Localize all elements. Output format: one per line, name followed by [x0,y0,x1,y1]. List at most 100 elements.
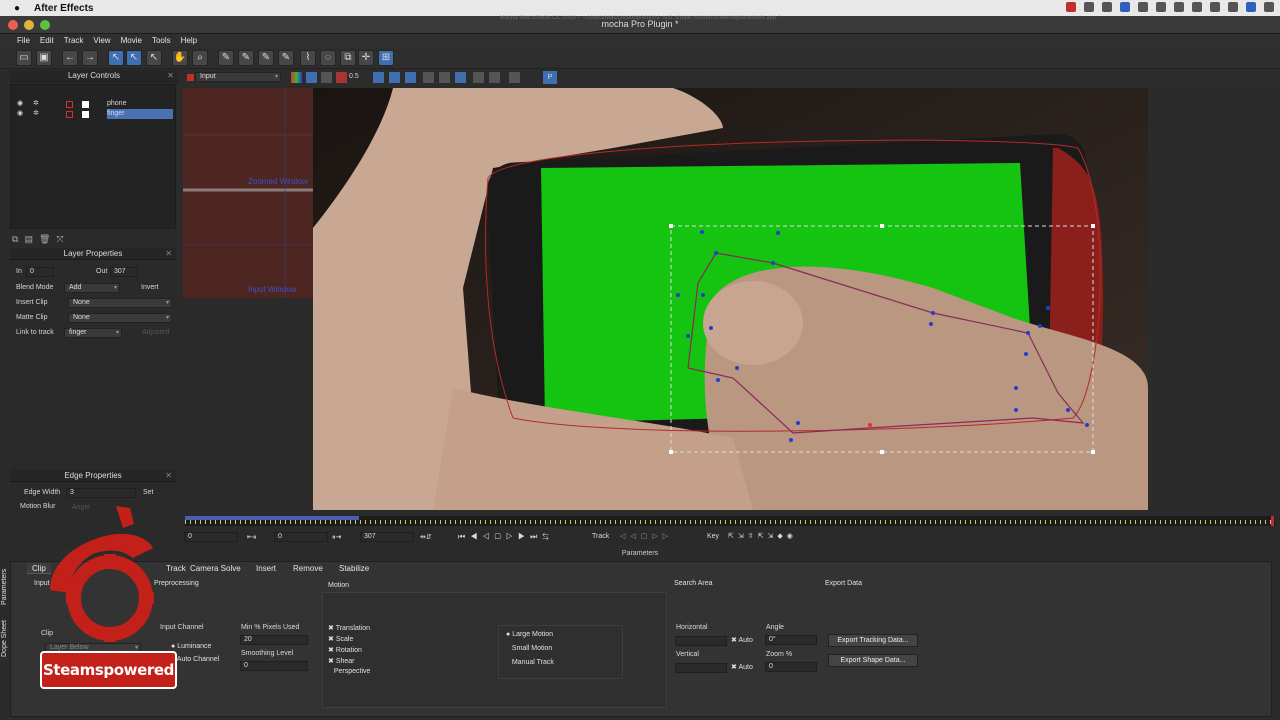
spotlight-icon[interactable] [1228,2,1238,12]
view-mode-icon[interactable] [389,72,400,83]
tab-camera-solve[interactable]: Camera Solve [185,563,246,574]
export-tracking-button[interactable]: Export Tracking Data... [828,634,918,647]
redo-icon[interactable]: → [82,50,98,66]
menu-view[interactable]: View [93,36,110,45]
view-mode-icon[interactable] [373,72,384,83]
delete-layer-icon[interactable]: 🗑 [39,234,50,246]
timeline-scrubber[interactable] [185,516,1275,526]
dropbox-icon[interactable] [1138,2,1148,12]
menu-track[interactable]: Track [64,36,84,45]
menu-movie[interactable]: Movie [121,36,142,45]
track-controls[interactable]: ◁◁▢▷▷ [620,532,673,540]
small-motion-radio[interactable]: Small Motion [506,645,552,652]
undo-icon[interactable]: ← [62,50,78,66]
apple-icon[interactable]: ● [0,3,34,14]
link-track-select[interactable]: finger [64,328,122,338]
cog-icon[interactable]: ✲ [33,109,39,119]
hand-icon[interactable] [473,72,484,83]
zoom-field[interactable]: 0 [765,662,817,672]
matte-swatch[interactable] [82,111,89,118]
tab-dope-sheet[interactable]: Dope Sheet [1,620,8,657]
angle-field[interactable]: 0° [765,635,817,645]
layer-row-phone[interactable]: ◉ ✲ phone [11,99,175,109]
bluetooth-icon[interactable] [1174,2,1184,12]
record-icon[interactable] [1066,2,1076,12]
lasso-icon[interactable]: ◌ [320,50,336,66]
close-icon[interactable]: ✕ [165,248,172,260]
out-field[interactable]: 307 [110,267,138,277]
grid-icon[interactable] [1084,2,1094,12]
viewer[interactable] [313,88,1148,510]
menu-file[interactable]: File [17,36,30,45]
tracks-icon[interactable] [439,72,450,83]
grid-icon[interactable] [423,72,434,83]
matte-icon[interactable] [336,72,347,83]
save-icon[interactable]: ▣ [36,50,52,66]
layer-name[interactable]: phone [107,99,126,109]
matte-swatch[interactable] [82,101,89,108]
playback-controls[interactable]: ⏮◀◁▢▷▶⏭⇆ [458,532,554,542]
tab-insert[interactable]: Insert [251,563,281,574]
planar-icon[interactable] [455,72,466,83]
min-pixels-field[interactable]: 20 [240,635,308,645]
set-button[interactable]: Set [143,489,154,496]
menu-help[interactable]: Help [181,36,197,45]
duplicate-layer-icon[interactable]: ⧉ [12,234,18,246]
add-point-icon[interactable]: ⌇ [300,50,316,66]
transform-icon[interactable]: ⧉ [340,50,356,66]
in-point-field[interactable]: 0 [184,532,238,542]
overlay-icon[interactable] [321,72,332,83]
new-layer-icon[interactable]: ▤ [24,234,33,246]
perspective-checkbox[interactable]: Perspective [328,668,371,675]
set-out-icon[interactable]: ⏸⇥ [332,533,341,542]
rgb-icon[interactable] [291,72,302,83]
layer-color-swatch[interactable] [66,111,73,118]
smoothing-field[interactable]: 0 [240,661,308,671]
alpha-icon[interactable] [306,72,317,83]
set-in-icon[interactable]: ⇤⏸ [247,533,256,542]
add-xspline-icon[interactable]: ✎ [238,50,254,66]
point-select-tool-icon[interactable]: ↖ [146,50,162,66]
adjusted-label[interactable]: Adjusted [142,329,169,336]
add-bezier-icon[interactable]: ✎ [278,50,294,66]
eye-icon[interactable] [1102,2,1112,12]
surface-icon[interactable]: ⊞ [378,50,394,66]
layer-row-finger[interactable]: ◉ ✲ finger [11,109,175,119]
pin-button[interactable]: P [543,71,557,84]
volume-icon[interactable] [1210,2,1220,12]
out-point-field[interactable]: 307 [360,532,414,542]
manual-track-radio[interactable]: Manual Track [506,659,554,666]
wifi-icon[interactable] [1192,2,1202,12]
move-icon[interactable]: ✛ [358,50,374,66]
view-mode-icon[interactable] [405,72,416,83]
vertical-field[interactable] [675,663,727,673]
insert-clip-select[interactable]: None [68,298,172,308]
current-frame-field[interactable]: 0 [274,532,328,542]
horizontal-field[interactable] [675,636,727,646]
matte-clip-select[interactable]: None [68,313,172,323]
create-bezier-icon[interactable]: ✎ [258,50,274,66]
horizontal-auto-checkbox[interactable]: ✖ Auto [731,636,753,644]
vertical-auto-checkbox[interactable]: ✖ Auto [731,663,753,671]
settings-icon[interactable] [509,72,520,83]
edge-width-field[interactable]: 3 [66,488,136,498]
select-tool-icon[interactable]: ↖ [108,50,124,66]
rotation-checkbox[interactable]: ✖ Rotation [328,646,362,654]
open-icon[interactable]: ▭ [16,50,32,66]
tab-remove[interactable]: Remove [288,563,328,574]
shear-checkbox[interactable]: ✖ Shear [328,657,355,665]
visibility-icon[interactable]: ◉ [17,99,23,109]
large-motion-radio[interactable]: ● Large Motion [506,631,553,638]
close-icon[interactable]: ✕ [165,470,172,482]
tab-parameters[interactable]: Parameters [1,569,8,605]
layer-name[interactable]: finger [107,109,173,119]
close-icon[interactable]: ✕ [167,70,174,82]
invert-label[interactable]: Invert [141,284,159,291]
scale-checkbox[interactable]: ✖ Scale [328,635,353,643]
merge-layer-icon[interactable]: ⤧ [56,234,63,246]
tab-stabilize[interactable]: Stabilize [334,563,374,574]
cloud-icon[interactable] [1120,2,1130,12]
menu-tools[interactable]: Tools [152,36,171,45]
blend-mode-select[interactable]: Add [64,283,120,293]
in-out-icon[interactable]: ⇹⇵ [420,533,432,541]
